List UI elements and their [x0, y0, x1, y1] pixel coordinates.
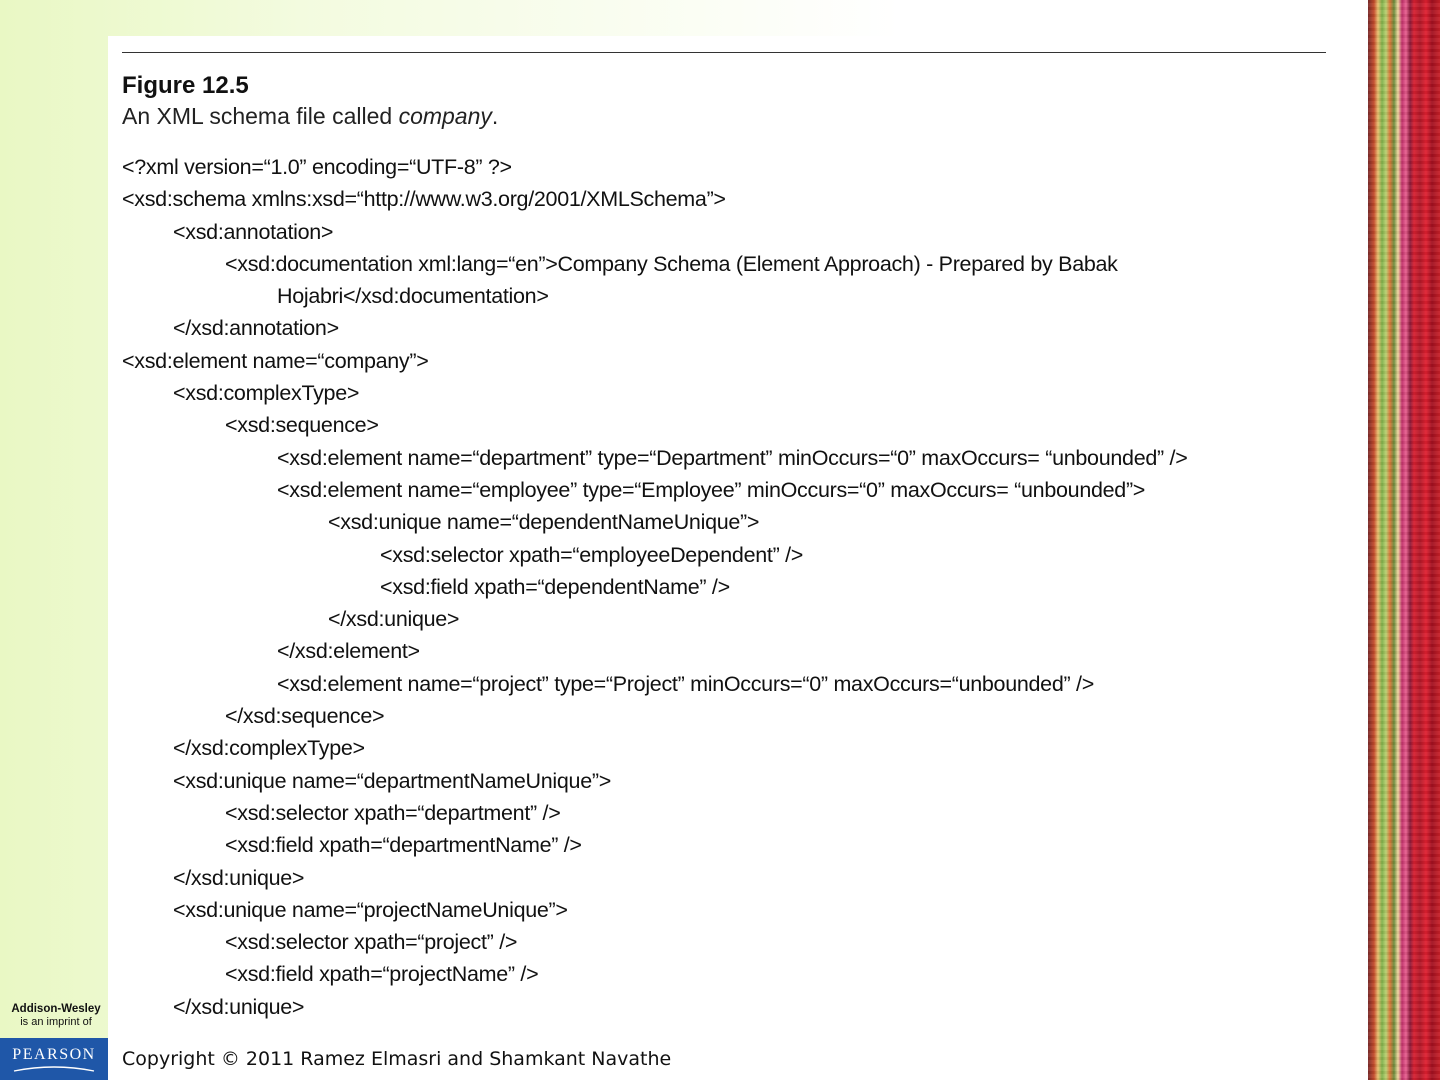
code-line: </xsd:sequence>: [225, 704, 385, 729]
copyright-notice: Copyright © 2011 Ramez Elmasri and Shamk…: [122, 1048, 672, 1070]
xml-code-listing: <?xml version=“1.0” encoding=“UTF-8” ?> <…: [122, 151, 1188, 1023]
caption-emphasis: company: [398, 103, 492, 129]
figure-top-rule: [122, 52, 1326, 53]
code-line: </xsd:unique>: [173, 994, 305, 1019]
code-line: </xsd:unique>: [328, 607, 460, 632]
code-line: <xsd:documentation xml:lang=“en”>Company…: [225, 251, 1118, 276]
code-line: </xsd:annotation>: [173, 316, 339, 341]
code-line: <xsd:selector xpath=“project” />: [225, 930, 518, 955]
pearson-logo: PEARSON: [0, 1038, 108, 1080]
figure-caption: An XML schema file called company.: [122, 103, 498, 130]
code-line: Hojabri</xsd:documentation>: [277, 284, 549, 309]
imprint-subtext: is an imprint of: [20, 1016, 92, 1028]
code-line: <xsd:annotation>: [173, 219, 334, 244]
imprint-name: Addison-Wesley: [11, 1003, 101, 1015]
publisher-imprint: Addison-Wesley is an imprint of: [8, 1003, 104, 1028]
code-line: <xsd:element name=“company”>: [122, 348, 429, 373]
code-line: <xsd:unique name=“dependentNameUnique”>: [328, 510, 760, 535]
caption-prefix: An XML schema file called: [122, 103, 399, 129]
code-line: <xsd:schema xmlns:xsd=“http://www.w3.org…: [122, 187, 726, 212]
code-line: <xsd:element name=“department” type=“Dep…: [277, 445, 1188, 470]
figure-panel: Figure 12.5 An XML schema file called co…: [108, 36, 1328, 1080]
decorative-stripe-border: [1368, 0, 1440, 1080]
code-line: <xsd:element name=“employee” type=“Emplo…: [277, 477, 1146, 502]
code-line: <xsd:unique name=“projectNameUnique”>: [173, 897, 568, 922]
code-line: </xsd:element>: [277, 639, 420, 664]
code-line: <xsd:field xpath=“dependentName” />: [380, 574, 730, 599]
code-line: <xsd:sequence>: [225, 413, 379, 438]
code-line: <xsd:element name=“project” type=“Projec…: [277, 671, 1094, 696]
code-line: <?xml version=“1.0” encoding=“UTF-8” ?>: [122, 155, 512, 179]
code-line: <xsd:selector xpath=“department” />: [225, 800, 561, 825]
code-line: <xsd:unique name=“departmentNameUnique”>: [173, 768, 611, 793]
figure-label: Figure 12.5: [122, 72, 249, 99]
code-line: </xsd:complexType>: [173, 736, 365, 761]
code-line: <xsd:complexType>: [173, 381, 360, 406]
pearson-swoosh-icon: [13, 1066, 95, 1072]
code-line: <xsd:selector xpath=“employeeDependent” …: [380, 542, 804, 567]
pearson-logo-text: PEARSON: [12, 1046, 96, 1063]
code-line: <xsd:field xpath=“projectName” />: [225, 962, 539, 987]
caption-suffix: .: [491, 103, 499, 129]
code-line: </xsd:unique>: [173, 865, 305, 890]
code-line: <xsd:field xpath=“departmentName” />: [225, 833, 582, 858]
